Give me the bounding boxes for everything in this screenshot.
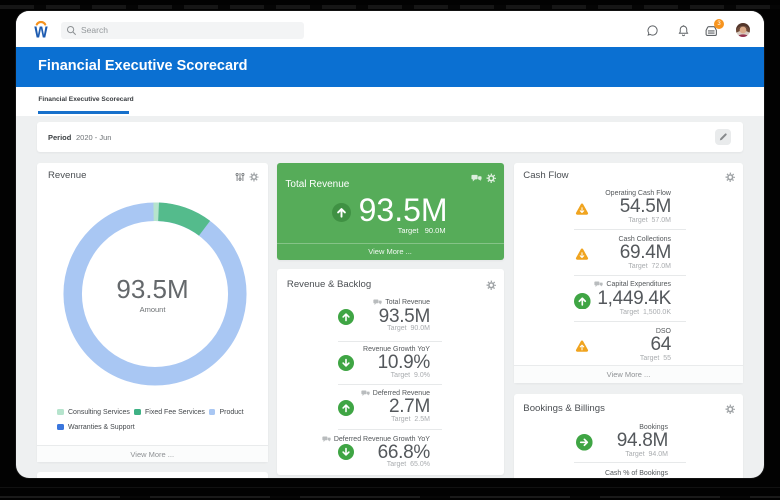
svg-text:w: w	[33, 21, 47, 40]
